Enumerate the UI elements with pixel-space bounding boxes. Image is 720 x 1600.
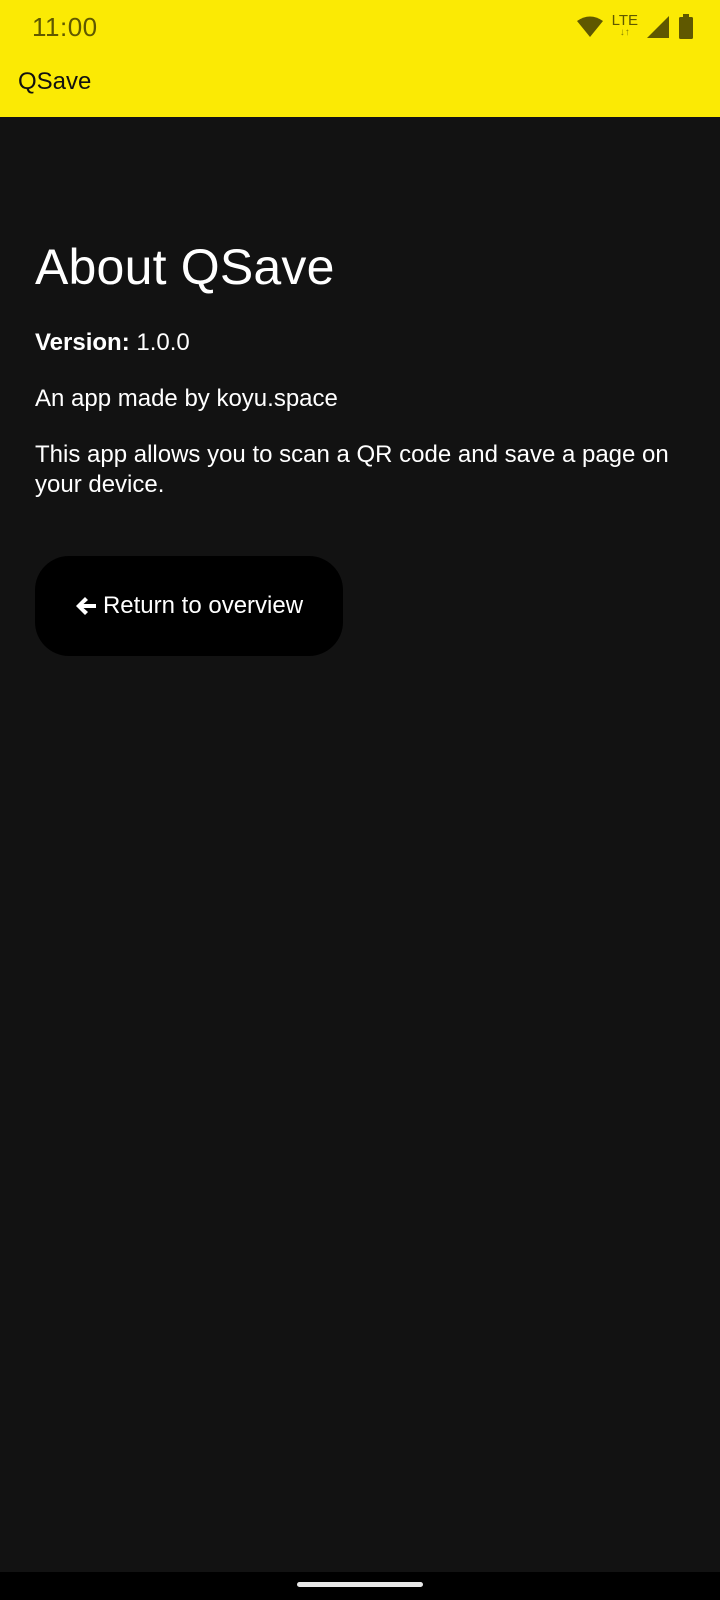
- network-arrows: ↓↑: [619, 26, 630, 38]
- status-icons: LTE ↓↑: [576, 12, 694, 42]
- battery-icon: [678, 14, 694, 40]
- version-value: 1.0.0: [136, 329, 190, 356]
- wifi-icon: [576, 16, 604, 38]
- arrow-left-icon: [75, 595, 97, 617]
- signal-icon: [646, 15, 670, 39]
- app-title: QSave: [18, 68, 92, 95]
- made-by-text: An app made by koyu.space: [35, 385, 338, 412]
- system-navigation-bar: [0, 1572, 720, 1600]
- status-time: 11:00: [32, 12, 98, 42]
- page-title: About QSave: [35, 239, 335, 295]
- version-line: Version: 1.0.0: [35, 328, 685, 358]
- lte-label: LTE: [611, 11, 638, 29]
- lte-indicator: LTE ↓↑: [611, 11, 638, 38]
- about-screen: 11:00 LTE ↓↑ QSave About QSave Version: …: [0, 0, 720, 1600]
- return-to-overview-button[interactable]: Return to overview: [35, 556, 343, 656]
- app-header: 11:00 LTE ↓↑ QSave: [0, 0, 720, 117]
- about-content: About QSave Version: 1.0.0 An app made b…: [35, 238, 685, 526]
- home-gesture-handle[interactable]: [297, 1582, 423, 1587]
- return-button-label: Return to overview: [102, 592, 304, 619]
- description-text: This app allows you to scan a QR code an…: [35, 441, 669, 498]
- version-label: Version:: [35, 329, 130, 356]
